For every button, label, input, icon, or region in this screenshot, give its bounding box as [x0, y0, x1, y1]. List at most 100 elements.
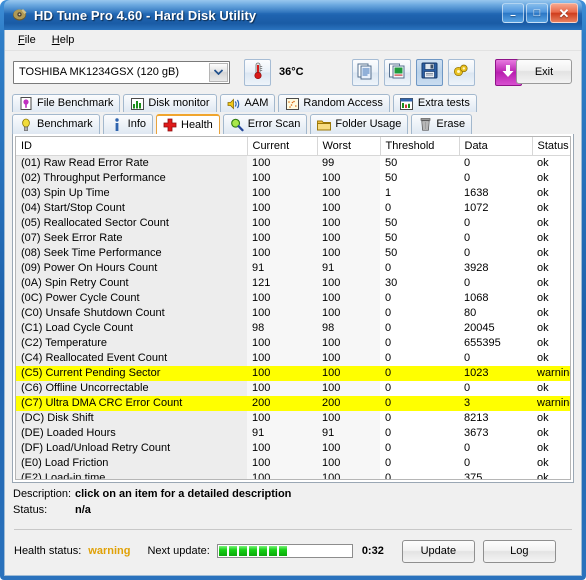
cell-worst: 100 — [317, 455, 380, 471]
tab-label: Random Access — [303, 97, 383, 109]
column-header-worst[interactable]: Worst — [317, 137, 381, 156]
cell-id: (02) Throughput Performance — [16, 170, 247, 186]
cell-worst: 100 — [317, 335, 380, 351]
progress-segment — [238, 546, 247, 556]
table-row[interactable]: (DF) Load/Unload Retry Count 100 100 0 0 ok — [16, 440, 570, 456]
temperature-button[interactable] — [244, 58, 271, 86]
table-row[interactable]: (04) Start/Stop Count 100 100 0 1072 ok — [16, 200, 570, 216]
cell-threshold: 0 — [380, 335, 459, 351]
table-row[interactable]: (C7) Ultra DMA CRC Error Count 200 200 0 3 wa… — [16, 395, 570, 411]
cell-status: ok — [532, 275, 570, 291]
tab-random-access[interactable]: Random Access — [278, 94, 390, 112]
cell-id: (C6) Offline Uncorrectable — [16, 380, 247, 396]
table-row[interactable]: (03) Spin Up Time 100 100 1 1638 ok — [16, 185, 570, 201]
maximize-button[interactable]: □ — [526, 3, 548, 23]
cell-current: 100 — [247, 380, 317, 396]
table-row[interactable]: (C2) Temperature 100 100 0 655395 ok — [16, 335, 570, 351]
tab-health[interactable]: Health — [156, 114, 220, 134]
table-row[interactable]: (DC) Disk Shift 100 100 0 8213 ok — [16, 410, 570, 426]
minimize-button[interactable]: – — [502, 3, 524, 23]
table-row[interactable]: (C1) Load Cycle Count 98 98 0 20045 ok — [16, 320, 570, 336]
tab-error-scan[interactable]: Error Scan — [222, 114, 308, 134]
description-value: click on an item for a detailed descript… — [75, 488, 292, 500]
table-row[interactable]: (E0) Load Friction 100 100 0 0 ok — [16, 455, 570, 471]
table-row[interactable]: (07) Seek Error Rate 100 100 50 0 ok — [16, 230, 570, 246]
cell-id: (0A) Spin Retry Count — [16, 275, 247, 291]
menu-item-help[interactable]: Help — [45, 32, 84, 48]
cell-status: ok — [532, 260, 570, 276]
tab-label: AAM — [244, 97, 269, 109]
progress-segment — [278, 546, 287, 556]
table-row[interactable]: (C0) Unsafe Shutdown Count 100 100 0 80 ok — [16, 305, 570, 321]
table-row[interactable]: (0C) Power Cycle Count 100 100 0 1068 ok — [16, 290, 570, 306]
column-header-current[interactable]: Current — [247, 137, 318, 156]
copy-image-icon — [388, 62, 406, 83]
table-row[interactable]: (C5) Current Pending Sector 100 100 0 1023 wa… — [16, 365, 570, 381]
tab-aam[interactable]: AAM — [219, 94, 276, 112]
progress-segment — [248, 546, 257, 556]
smart-table-body: (01) Raw Read Error Rate 100 99 50 0 ok (02) T… — [16, 155, 570, 479]
menu-bar: File Help — [5, 30, 581, 51]
cell-data: 1023 — [459, 365, 532, 381]
tab-file-benchmark[interactable]: File Benchmark — [12, 94, 121, 112]
copy-text-button[interactable] — [351, 58, 379, 86]
cell-current: 100 — [247, 215, 317, 231]
cell-threshold: 0 — [380, 365, 459, 381]
update-button[interactable]: Update — [401, 539, 475, 563]
table-row[interactable]: (05) Reallocated Sector Count 100 100 50 0 ok — [16, 215, 570, 231]
tab-erase[interactable]: Erase — [411, 114, 473, 134]
title-bar[interactable]: HD Tune Pro 4.60 - Hard Disk Utility – □… — [4, 0, 582, 30]
tab-extra-tests[interactable]: Extra tests — [392, 94, 477, 112]
column-header-id[interactable]: ID — [16, 137, 248, 156]
cell-threshold: 0 — [380, 380, 459, 396]
column-header-status[interactable]: Status — [532, 137, 570, 156]
cell-worst: 91 — [317, 260, 380, 276]
cell-current: 98 — [247, 320, 317, 336]
cell-id: (C2) Temperature — [16, 335, 247, 351]
cell-status: ok — [532, 170, 570, 186]
table-row[interactable]: (C4) Reallocated Event Count 100 100 0 0 ok — [16, 350, 570, 366]
tab-folder-usage[interactable]: Folder Usage — [310, 114, 409, 134]
exit-button[interactable]: Exit — [516, 59, 572, 84]
cell-current: 100 — [247, 470, 317, 479]
cell-status: ok — [532, 320, 570, 336]
cell-id: (03) Spin Up Time — [16, 185, 247, 201]
cell-data: 0 — [459, 440, 532, 456]
table-row[interactable]: (09) Power On Hours Count 91 91 0 3928 ok — [16, 260, 570, 276]
cell-data: 8213 — [459, 410, 532, 426]
next-update-label: Next update: — [147, 545, 210, 557]
chevron-down-icon[interactable] — [209, 62, 228, 82]
extra-chart-icon — [400, 97, 414, 111]
table-row[interactable]: (DE) Loaded Hours 91 91 0 3673 ok — [16, 425, 570, 441]
cell-data: 0 — [459, 380, 532, 396]
column-header-threshold[interactable]: Threshold — [380, 137, 460, 156]
cell-data: 0 — [459, 170, 532, 186]
tab-info[interactable]: Info — [102, 114, 153, 134]
settings-button[interactable] — [447, 58, 475, 86]
table-row[interactable]: (0A) Spin Retry Count 121 100 30 0 ok — [16, 275, 570, 291]
tab-benchmark[interactable]: Benchmark — [12, 114, 100, 134]
smart-grid[interactable]: ID Current Worst Threshold Data Status (… — [15, 136, 571, 480]
table-row[interactable]: (E2) Load-in time 100 100 0 375 ok — [16, 470, 570, 479]
drive-select[interactable]: TOSHIBA MK1234GSX (120 gB) — [13, 60, 230, 84]
table-row[interactable]: (02) Throughput Performance 100 100 50 0 ok — [16, 170, 570, 186]
cell-status: ok — [532, 215, 570, 231]
tab-strip: File Benchmark Disk monitor AAM Random A… — [5, 93, 581, 134]
app-window: HD Tune Pro 4.60 - Hard Disk Utility – □… — [0, 0, 586, 580]
log-button[interactable]: Log — [482, 539, 556, 563]
table-row[interactable]: (C6) Offline Uncorrectable 100 100 0 0 ok — [16, 380, 570, 396]
column-header-data[interactable]: Data — [459, 137, 533, 156]
tab-label: Disk monitor — [148, 97, 210, 109]
table-row[interactable]: (01) Raw Read Error Rate 100 99 50 0 ok — [16, 155, 570, 171]
menu-item-file[interactable]: File — [11, 32, 45, 48]
copy-image-button[interactable] — [383, 58, 411, 86]
divider — [14, 529, 572, 530]
progress-segment — [218, 546, 227, 556]
maximize-icon: □ — [533, 6, 541, 19]
cell-data: 0 — [459, 215, 532, 231]
table-row[interactable]: (08) Seek Time Performance 100 100 50 0 ok — [16, 245, 570, 261]
tab-disk-monitor[interactable]: Disk monitor — [123, 94, 217, 112]
cell-status: ok — [532, 290, 570, 306]
close-button[interactable]: ✕ — [550, 3, 578, 23]
save-button[interactable] — [415, 58, 443, 86]
